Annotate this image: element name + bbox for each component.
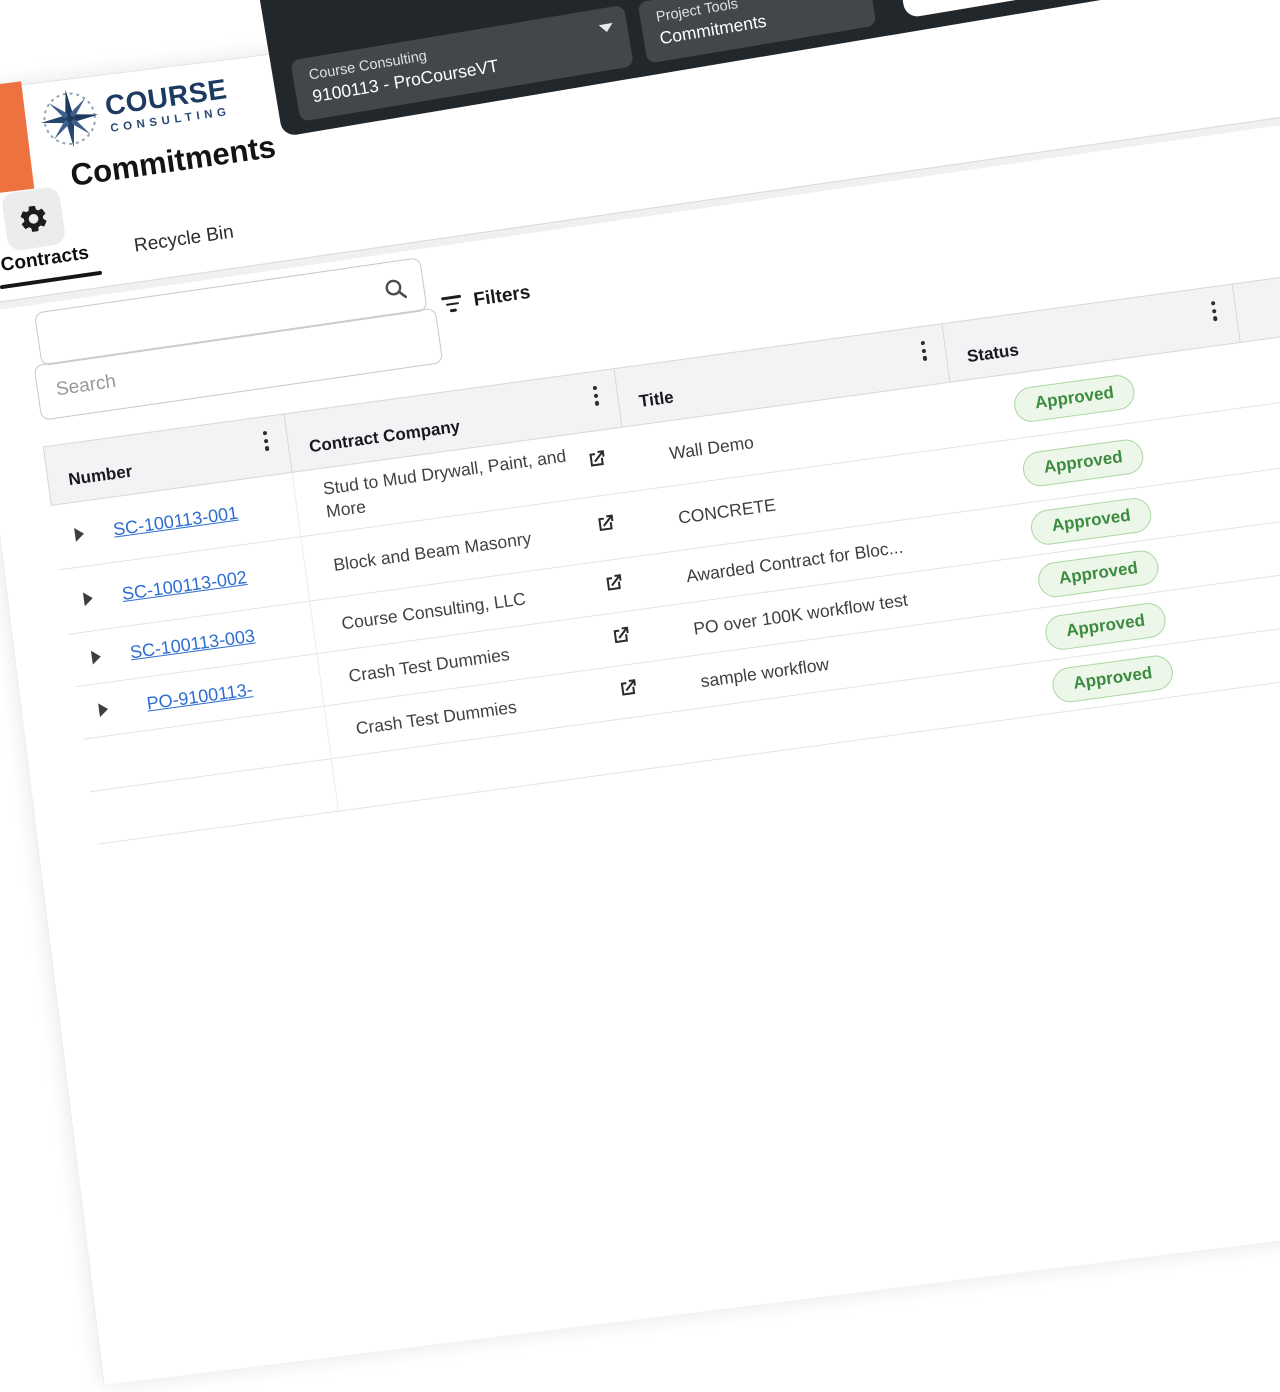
column-label: Status	[965, 340, 1020, 367]
external-link-icon[interactable]	[584, 447, 610, 477]
row-expand-arrow-icon[interactable]	[90, 649, 102, 665]
column-menu-kebab-icon[interactable]	[917, 337, 931, 364]
contract-number-link[interactable]: SC-100113-001	[112, 502, 239, 540]
filter-lines-icon	[440, 294, 464, 314]
status-badge: Approved	[1035, 547, 1161, 599]
status-badge: Approved	[1020, 436, 1146, 488]
external-link-icon[interactable]	[601, 571, 627, 601]
contract-title: Wall Demo	[668, 431, 755, 463]
gear-icon	[20, 205, 47, 232]
contract-title: CONCRETE	[676, 494, 777, 528]
column-label: Title	[637, 387, 675, 412]
chevron-down-icon	[598, 22, 614, 33]
contract-number-link[interactable]: SC-100113-002	[121, 567, 248, 605]
column-label: Contract Company	[307, 416, 462, 457]
row-expand-arrow-icon[interactable]	[98, 702, 109, 718]
contract-title: sample workflow	[699, 653, 831, 691]
status-badge: Approved	[1050, 652, 1176, 704]
contract-number-link[interactable]: PO-9100113-	[145, 679, 254, 714]
company-name: Crash Test Dummies	[354, 696, 518, 739]
external-link-icon[interactable]	[608, 623, 634, 653]
compass-icon	[40, 89, 99, 148]
column-menu-kebab-icon[interactable]	[589, 382, 603, 409]
row-expand-arrow-icon[interactable]	[82, 591, 94, 607]
status-badge: Approved	[1043, 600, 1169, 652]
search-icon	[385, 279, 408, 299]
external-link-icon[interactable]	[616, 676, 642, 706]
rotated-app-canvas: Course Consulting 9100113 - ProCourseVT …	[0, 0, 1280, 1386]
column-label: Number	[67, 461, 134, 490]
external-link-icon[interactable]	[593, 511, 619, 541]
tool-settings-button[interactable]	[0, 186, 67, 252]
contract-number-link[interactable]: SC-100113-003	[129, 625, 256, 663]
company-name: Crash Test Dummies	[347, 643, 511, 686]
status-badge: Approved	[1011, 372, 1137, 424]
company-name: Block and Beam Masonry	[332, 527, 533, 575]
company-name: Course Consulting, LLC	[340, 588, 527, 634]
column-menu-kebab-icon[interactable]	[1207, 298, 1221, 325]
status-badge: Approved	[1028, 495, 1154, 547]
search-placeholder: Search	[54, 370, 118, 401]
column-menu-kebab-icon[interactable]	[259, 428, 273, 455]
row-expand-arrow-icon[interactable]	[74, 526, 85, 542]
